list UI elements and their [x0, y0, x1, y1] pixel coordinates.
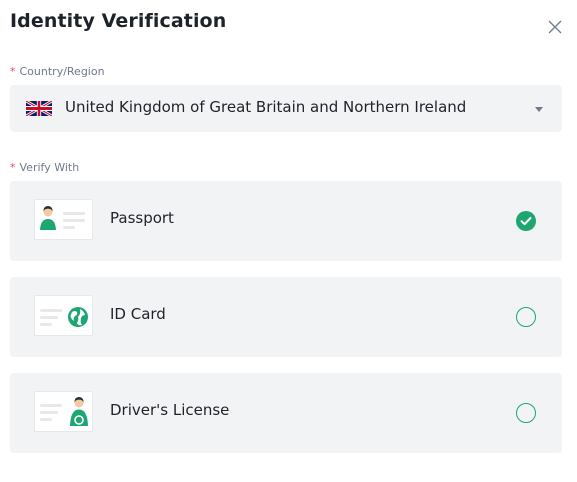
- country-select[interactable]: United Kingdom of Great Britain and Nort…: [10, 85, 562, 132]
- country-label-text: Country/Region: [19, 65, 105, 78]
- required-mark: *: [10, 65, 16, 78]
- required-mark: *: [10, 161, 16, 174]
- verify-option-passport[interactable]: Passport: [10, 181, 562, 261]
- close-icon: [548, 20, 562, 34]
- country-select-value: United Kingdom of Great Britain and Nort…: [65, 98, 467, 116]
- radio-checked[interactable]: [516, 211, 536, 231]
- verify-option-label: ID Card: [110, 305, 166, 323]
- verify-label-text: Verify With: [19, 161, 80, 174]
- check-icon: [520, 217, 532, 226]
- id-card-icon: [34, 295, 93, 336]
- verify-option-label: Driver's License: [110, 401, 230, 419]
- uk-flag-icon: [26, 101, 52, 116]
- passport-icon: [34, 199, 93, 240]
- radio-unchecked[interactable]: [516, 403, 536, 423]
- drivers-license-icon: [34, 391, 93, 432]
- close-button[interactable]: [546, 18, 564, 36]
- verify-option-id-card[interactable]: ID Card: [10, 277, 562, 357]
- radio-unchecked[interactable]: [516, 307, 536, 327]
- verify-option-drivers-license[interactable]: Driver's License: [10, 373, 562, 453]
- verify-field-label: * Verify With: [10, 161, 79, 174]
- caret-down-icon: [535, 107, 543, 112]
- dialog-title: Identity Verification: [10, 10, 227, 32]
- country-field-label: * Country/Region: [10, 65, 105, 78]
- verify-option-label: Passport: [110, 209, 174, 227]
